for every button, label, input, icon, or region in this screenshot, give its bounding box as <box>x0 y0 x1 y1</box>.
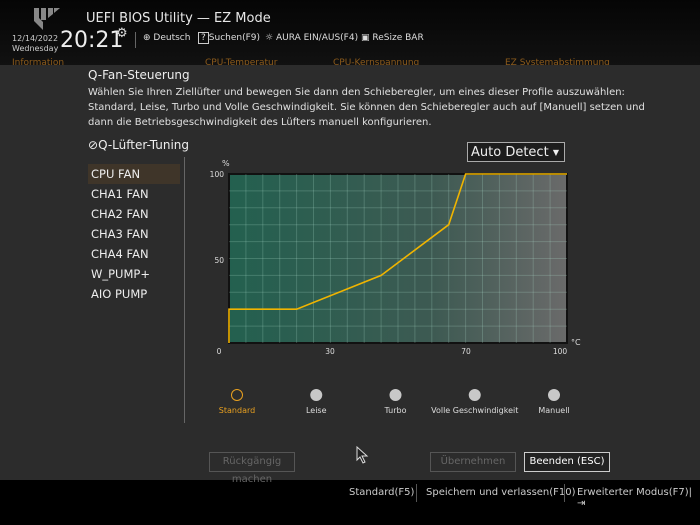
footer-advanced-mode[interactable]: Erweiterter Modus(F7)|⇥ <box>577 487 700 509</box>
globe-icon: ⊕ <box>143 33 151 43</box>
dialog-title: Q-Fan-Steuerung <box>88 68 190 82</box>
divider <box>135 32 136 48</box>
fan-item[interactable]: AIO PUMP <box>88 284 180 304</box>
footer-default[interactable]: Standard(F5) <box>349 487 414 498</box>
profile-label[interactable]: Standard <box>219 406 255 415</box>
x-tick: 100 <box>553 347 568 356</box>
fan-item[interactable]: CPU FAN <box>88 164 180 184</box>
x-tick: 70 <box>461 347 471 356</box>
clock: 20:21 <box>60 28 124 53</box>
profile-label[interactable]: Leise <box>306 406 327 415</box>
aura-button[interactable]: ☼ AURA EIN/AUS(F4) <box>265 33 358 43</box>
gear-icon[interactable]: ⚙ <box>116 26 128 41</box>
dialog-description: Wählen Sie Ihren Ziellüfter und bewegen … <box>88 87 645 128</box>
profile-label[interactable]: Volle Geschwindigkeit <box>431 406 518 415</box>
fan-item[interactable]: CHA4 FAN <box>88 244 180 264</box>
fan-item[interactable]: CHA1 FAN <box>88 184 180 204</box>
fan-gauge-icon: ⊘ <box>88 138 99 152</box>
label: AURA EIN/AUS(F4) <box>275 33 359 43</box>
fan-item[interactable]: W_PUMP+ <box>88 264 180 284</box>
profile-label[interactable]: Manuell <box>538 406 569 415</box>
exit-button[interactable]: Beenden (ESC) <box>524 452 610 472</box>
profile-stop[interactable] <box>310 389 323 401</box>
fan-item[interactable]: CHA2 FAN <box>88 204 180 224</box>
profile-stop[interactable] <box>548 389 560 401</box>
resize-bar-button[interactable]: ▣ ReSize BAR <box>361 33 424 43</box>
mouse-cursor-icon <box>356 446 369 464</box>
fan-item[interactable]: CHA3 FAN <box>88 224 180 244</box>
label: ReSize BAR <box>372 33 424 43</box>
footer-save-exit[interactable]: Speichern und verlassen(F10) <box>426 487 576 498</box>
divider <box>564 484 565 502</box>
profile-label[interactable]: Turbo <box>383 406 406 415</box>
app-title: UEFI BIOS Utility — EZ Mode <box>86 11 271 26</box>
date: 12/14/2022 <box>12 34 59 43</box>
undo-button[interactable]: Rückgängig machen <box>209 452 295 485</box>
apply-button[interactable]: Übernehmen <box>430 452 516 472</box>
profile-stop[interactable] <box>468 389 481 401</box>
x-axis-label: °C <box>571 338 581 347</box>
weekday: Wednesday <box>12 44 59 53</box>
tuf-logo <box>34 8 60 30</box>
fan-list: CPU FAN CHA1 FAN CHA2 FAN CHA3 FAN CHA4 … <box>88 164 180 304</box>
language-button[interactable]: ⊕ Deutsch <box>143 33 190 43</box>
y-axis-label: % <box>222 159 230 168</box>
search-button[interactable]: ? Suchen(F9) <box>198 32 261 44</box>
profile-stop[interactable] <box>231 389 243 401</box>
section-title: ⊘Q-Lüfter-Tuning <box>88 138 189 152</box>
profile-stop[interactable] <box>389 389 402 401</box>
x-tick: 0 <box>217 347 222 356</box>
date-display: 12/14/2022 Wednesday <box>12 34 58 54</box>
divider <box>416 484 417 502</box>
resize-bar-icon: ▣ <box>361 33 370 43</box>
label: Q-Lüfter-Tuning <box>98 138 190 152</box>
divider <box>184 157 185 423</box>
label: Deutsch <box>153 33 191 43</box>
fan-curve-chart[interactable]: % °C 100 50 0 30 70 100 Standard Leise Tur… <box>200 155 600 425</box>
y-tick: 100 <box>210 170 225 179</box>
help-icon: ? <box>198 32 209 44</box>
label: Suchen(F9) <box>208 33 261 43</box>
y-tick: 50 <box>214 256 224 265</box>
label: Erweiterter Modus(F7) <box>577 487 689 498</box>
aura-icon: ☼ <box>265 33 274 43</box>
x-tick: 30 <box>325 347 335 356</box>
